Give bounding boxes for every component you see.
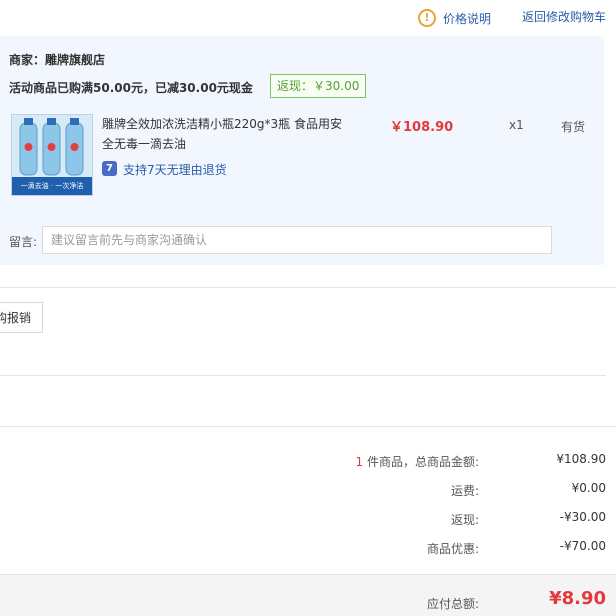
item-total-label-text: 件商品，总商品金额: [363, 455, 479, 469]
payable-value: ¥8.90 [549, 588, 606, 609]
item-total-label: 1 件商品，总商品金额: [356, 453, 480, 470]
cashback-badge: 返现：￥30.00 [270, 74, 367, 98]
payable-label: 应付总额: [426, 597, 479, 611]
message-input[interactable] [42, 226, 552, 254]
return-policy-icon: 7 [102, 161, 117, 176]
discount-label: 商品优惠: [426, 542, 479, 556]
item-count: 1 [355, 455, 364, 469]
promo-text: 活动商品已购满50.00元，已减30.00元现金 [9, 81, 253, 95]
price-explain-link[interactable]: 价格说明 [443, 10, 491, 27]
total-bar [0, 574, 616, 616]
product-quantity: x1 [509, 118, 524, 132]
message-label: 留言: [9, 235, 38, 249]
product-price: ￥108.90 [390, 120, 454, 135]
back-to-cart-link[interactable]: 返回修改购物车 [522, 8, 606, 25]
product-image[interactable]: 一滴去油 · 一次净洁 [11, 114, 93, 196]
item-total-value: ¥108.90 [556, 452, 606, 466]
image-caption: 一滴去油 · 一次净洁 [20, 182, 84, 190]
shipping-label: 运费: [450, 484, 479, 498]
stock-status: 有货 [561, 120, 586, 134]
invoice-button[interactable]: 购报销 [0, 302, 43, 333]
cashback-value: -¥30.00 [559, 510, 606, 524]
divider [0, 426, 616, 427]
divider [0, 375, 606, 376]
shipping-value: ¥0.00 [571, 481, 606, 495]
product-title[interactable]: 雕牌全效加浓洗洁精小瓶220g*3瓶 食品用安全无毒一滴去油 [102, 114, 347, 154]
discount-value: -¥70.00 [559, 539, 606, 553]
warning-icon: ! [418, 9, 436, 27]
cashback-label: 返现: [450, 513, 479, 527]
shop-name: 商家：雕牌旗舰店 [9, 53, 106, 67]
divider [0, 287, 616, 288]
return-policy-text: 支持7天无理由退货 [123, 163, 227, 177]
